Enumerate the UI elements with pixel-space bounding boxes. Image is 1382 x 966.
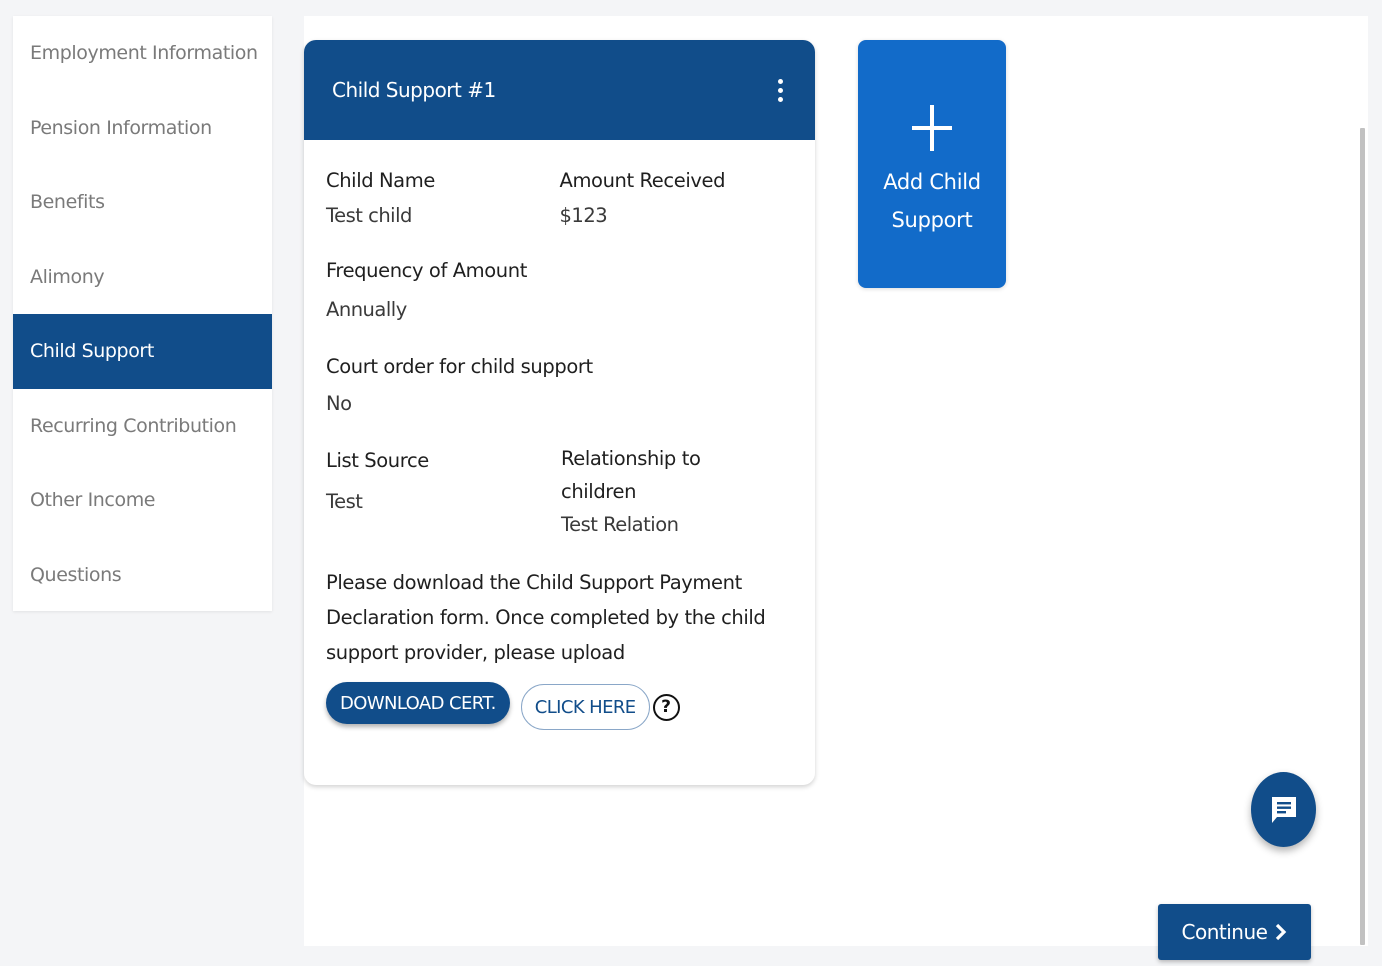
card-title: Child Support #1 <box>332 78 496 102</box>
field-court-order: Court order for child support No <box>326 350 793 420</box>
field-value: Test child <box>326 204 412 227</box>
more-options-icon[interactable] <box>774 75 787 106</box>
field-value: $123 <box>559 204 608 227</box>
sidebar-nav: Employment Information Pension Informati… <box>13 16 272 611</box>
add-child-support-button[interactable]: Add Child Support <box>858 40 1006 288</box>
field-relationship: Relationship to children Test Relation <box>561 444 711 541</box>
field-row: List Source Test Relationship to childre… <box>326 444 793 541</box>
field-value: Annually <box>326 298 407 321</box>
chat-message-icon <box>1271 796 1296 823</box>
sidebar-item-benefits[interactable]: Benefits <box>13 165 272 240</box>
sidebar-item-child-support[interactable]: Child Support <box>13 314 272 389</box>
sidebar-item-label: Child Support <box>30 340 154 363</box>
download-cert-button[interactable]: DOWNLOAD CERT. <box>326 682 510 724</box>
scrollbar-thumb[interactable] <box>1360 128 1365 945</box>
field-value: Test <box>326 490 363 513</box>
sidebar-item-recurring-contribution[interactable]: Recurring Contribution <box>13 389 272 464</box>
sidebar-item-label: Pension Information <box>30 116 212 139</box>
sidebar-item-label: Alimony <box>30 265 105 288</box>
plus-icon <box>912 105 952 151</box>
field-row: Child Name Test child Amount Received $1… <box>326 164 793 232</box>
field-label: List Source <box>326 449 429 472</box>
sidebar-item-employment-information[interactable]: Employment Information <box>13 16 272 91</box>
sidebar-item-questions[interactable]: Questions <box>13 538 272 613</box>
action-row: DOWNLOAD CERT. CLICK HERE ? <box>326 676 793 730</box>
sidebar-item-alimony[interactable]: Alimony <box>13 240 272 315</box>
sidebar-item-label: Benefits <box>30 191 105 214</box>
declaration-instructions: Please download the Child Support Paymen… <box>326 571 766 664</box>
sidebar-item-label: Other Income <box>30 489 156 512</box>
continue-label: Continue <box>1181 920 1268 944</box>
sidebar-item-label: Questions <box>30 563 122 586</box>
chat-button[interactable] <box>1251 772 1316 847</box>
card-body: Child Name Test child Amount Received $1… <box>304 140 815 730</box>
child-support-card: Child Support #1 Child Name Test child A… <box>304 40 815 785</box>
field-frequency: Frequency of Amount Annually <box>326 254 793 326</box>
field-label: Child Name <box>326 169 435 192</box>
field-value: Test Relation <box>561 513 679 536</box>
field-child-name: Child Name Test child <box>326 164 560 232</box>
field-label: Court order for child support <box>326 355 593 378</box>
continue-button[interactable]: Continue <box>1158 904 1311 960</box>
sidebar-item-pension-information[interactable]: Pension Information <box>13 91 272 166</box>
field-label: Frequency of Amount <box>326 259 527 282</box>
click-here-button[interactable]: CLICK HERE <box>520 684 650 730</box>
chevron-right-icon <box>1276 923 1287 941</box>
field-amount-received: Amount Received $123 <box>560 164 794 232</box>
sidebar-item-label: Recurring Contribution <box>30 414 237 437</box>
add-child-support-label: Add Child Support <box>883 170 981 232</box>
card-header: Child Support #1 <box>304 40 815 140</box>
field-value: No <box>326 392 352 415</box>
field-label: Amount Received <box>559 169 726 192</box>
field-list-source: List Source Test <box>326 444 561 541</box>
sidebar-item-other-income[interactable]: Other Income <box>13 463 272 538</box>
sidebar-item-label: Employment Information <box>30 42 258 65</box>
help-icon[interactable]: ? <box>652 693 680 721</box>
field-label: Relationship to children <box>561 447 701 503</box>
